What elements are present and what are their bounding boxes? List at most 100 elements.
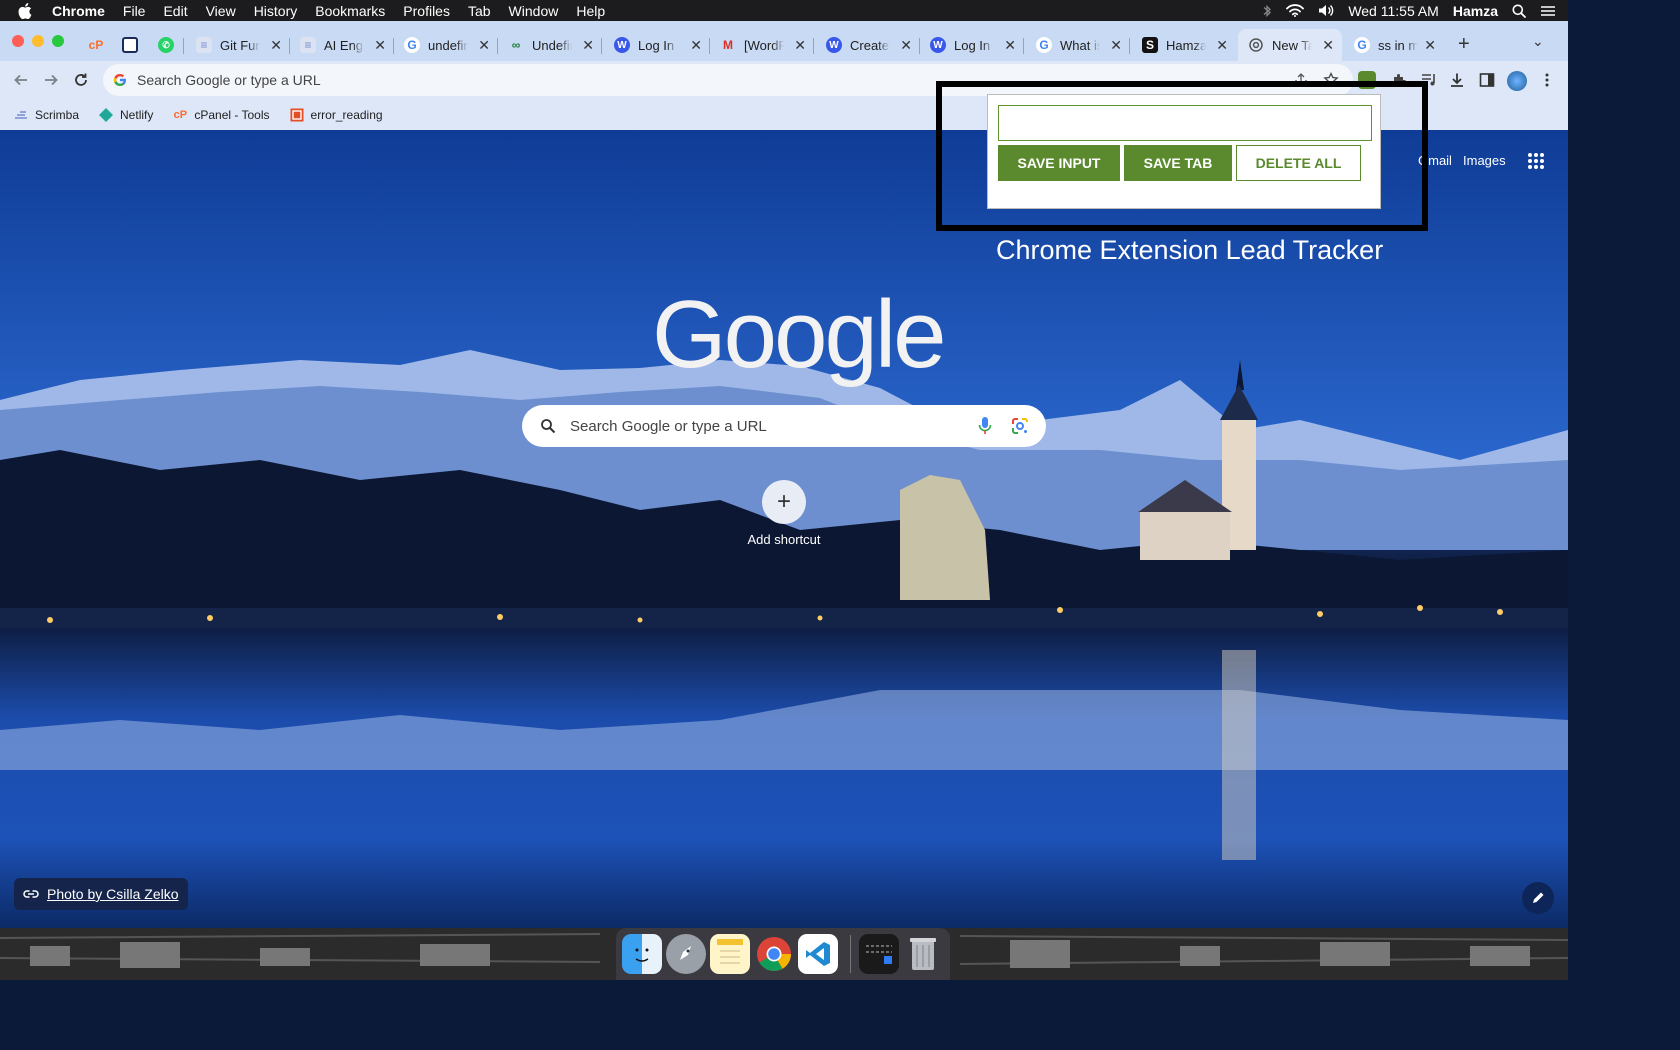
menu-profiles[interactable]: Profiles <box>403 3 450 19</box>
tab-title: Undefin <box>532 37 572 53</box>
tab-pinned-photo[interactable] <box>112 29 142 61</box>
back-icon[interactable] <box>10 69 32 91</box>
bookmark-label: Netlify <box>120 107 154 122</box>
google-g-icon <box>113 73 127 87</box>
user-name[interactable]: Hamza <box>1453 3 1498 19</box>
apple-icon[interactable] <box>18 2 38 19</box>
tab-title: undefin <box>428 37 468 53</box>
google-icon: G <box>1354 37 1370 53</box>
menu-history[interactable]: History <box>254 3 298 19</box>
images-link[interactable]: Images <box>1463 153 1506 168</box>
launchpad-icon[interactable] <box>666 934 706 974</box>
bluetooth-icon[interactable] <box>1262 4 1272 18</box>
add-shortcut-button[interactable]: + Add shortcut <box>740 480 828 547</box>
menu-help[interactable]: Help <box>576 3 605 19</box>
tab-title: Log In ‹ <box>954 37 994 53</box>
scrimba-icon: ≡ <box>300 37 316 53</box>
address-input[interactable] <box>137 72 737 88</box>
close-tab-icon[interactable]: ✕ <box>374 37 386 54</box>
save-input-button[interactable]: SAVE INPUT <box>998 145 1120 181</box>
wifi-icon[interactable] <box>1286 4 1305 17</box>
save-tab-button[interactable]: SAVE TAB <box>1124 145 1232 181</box>
google-search-box[interactable] <box>522 405 1046 447</box>
close-tab-icon[interactable]: ✕ <box>1004 37 1016 54</box>
side-panel-icon[interactable] <box>1478 71 1496 89</box>
whatsapp-icon: ✆ <box>158 37 174 53</box>
google-lens-icon[interactable] <box>1010 416 1030 441</box>
chrome-icon[interactable] <box>754 934 794 974</box>
tab-log-in[interactable]: W Log In – ✕ <box>604 29 710 61</box>
tab-ss-in-ma[interactable]: G ss in ma ✕ <box>1344 29 1444 61</box>
menu-app-name[interactable]: Chrome <box>52 3 105 19</box>
volume-icon[interactable] <box>1318 4 1334 17</box>
bookmark-cpanel-tools[interactable]: cP cPanel - Tools <box>173 108 270 122</box>
close-tab-icon[interactable]: ✕ <box>1216 37 1228 54</box>
tab-gmail-wordpress[interactable]: M [WordPr ✕ <box>710 29 814 61</box>
close-tab-icon[interactable]: ✕ <box>1424 37 1436 54</box>
close-window-icon[interactable] <box>12 35 24 47</box>
new-tab-icon[interactable]: + <box>1458 33 1470 56</box>
close-tab-icon[interactable]: ✕ <box>1110 37 1122 54</box>
link-icon <box>23 889 39 899</box>
tab-ai-engin[interactable]: ≡ AI Engin ✕ <box>290 29 394 61</box>
tab-what-is[interactable]: G What is ✕ <box>1026 29 1130 61</box>
menu-tab[interactable]: Tab <box>468 3 491 19</box>
tab-hamza[interactable]: S Hamza f ✕ <box>1132 29 1236 61</box>
maximize-window-icon[interactable] <box>52 35 64 47</box>
scrimba-icon <box>14 108 28 122</box>
tab-search-chevron-icon[interactable]: ⌄ <box>1532 33 1544 50</box>
tab-create-a[interactable]: W Create a ✕ <box>816 29 920 61</box>
customize-pencil-icon[interactable] <box>1522 882 1554 914</box>
forward-icon[interactable] <box>40 69 62 91</box>
cpanel-icon: cP <box>173 108 188 121</box>
google-apps-icon[interactable] <box>1528 153 1544 174</box>
spotlight-icon[interactable] <box>1512 4 1526 18</box>
bookmark-label: Scrimba <box>35 107 80 122</box>
minimize-window-icon[interactable] <box>32 35 44 47</box>
bookmark-scrimba[interactable]: Scrimba <box>14 108 79 122</box>
menu-edit[interactable]: Edit <box>163 3 187 19</box>
tab-undefin-google[interactable]: G undefin ✕ <box>394 29 498 61</box>
menu-bookmarks[interactable]: Bookmarks <box>315 3 385 19</box>
finder-icon[interactable] <box>622 934 662 974</box>
photo-credit-link[interactable]: Photo by Csilla Zelko <box>14 878 188 910</box>
close-tab-icon[interactable]: ✕ <box>582 37 594 54</box>
menu-view[interactable]: View <box>206 3 236 19</box>
download-icon[interactable] <box>1448 71 1466 89</box>
close-tab-icon[interactable]: ✕ <box>794 37 806 54</box>
control-center-icon[interactable] <box>1540 5 1556 17</box>
clock[interactable]: Wed 11:55 AM <box>1348 3 1439 19</box>
chrome-menu-icon[interactable] <box>1538 71 1556 89</box>
bookmark-netlify[interactable]: Netlify <box>99 107 154 122</box>
delete-all-button[interactable]: DELETE ALL <box>1236 145 1361 181</box>
tab-log-in-2[interactable]: W Log In ‹ ✕ <box>920 29 1024 61</box>
notes-icon[interactable] <box>710 934 750 974</box>
close-tab-icon[interactable]: ✕ <box>270 37 282 54</box>
bookmark-error-reading[interactable]: error_reading <box>290 108 383 122</box>
screenshot-icon[interactable] <box>859 934 899 974</box>
tab-git-func[interactable]: ≡ Git Func ✕ <box>186 29 290 61</box>
window-controls <box>12 35 64 47</box>
menu-window[interactable]: Window <box>509 3 559 19</box>
close-tab-icon[interactable]: ✕ <box>900 37 912 54</box>
google-search-input[interactable] <box>570 417 950 435</box>
tab-title: Git Func <box>220 37 260 53</box>
trash-icon[interactable] <box>903 934 943 974</box>
close-tab-icon[interactable]: ✕ <box>1322 37 1334 54</box>
close-tab-icon[interactable]: ✕ <box>478 37 490 54</box>
link-icon: ∞ <box>511 38 521 52</box>
profile-avatar-icon[interactable] <box>1507 71 1527 91</box>
voice-search-icon[interactable] <box>978 416 992 441</box>
tab-undefin[interactable]: ∞ Undefin ✕ <box>498 29 602 61</box>
photo-icon <box>122 37 138 53</box>
macos-menu-bar: Chrome File Edit View History Bookmarks … <box>0 0 1568 21</box>
vscode-icon[interactable] <box>798 934 838 974</box>
tab-pinned-cpanel[interactable]: cP <box>78 29 108 61</box>
lead-input[interactable] <box>998 105 1372 141</box>
menu-file[interactable]: File <box>123 3 146 19</box>
tab-new-tab[interactable]: New Tab ✕ <box>1238 29 1342 61</box>
close-tab-icon[interactable]: ✕ <box>690 37 702 54</box>
reload-icon[interactable] <box>70 69 92 91</box>
photo-credit-text: Photo by Csilla Zelko <box>47 886 179 902</box>
tab-pinned-whatsapp[interactable]: ✆ <box>148 29 184 61</box>
